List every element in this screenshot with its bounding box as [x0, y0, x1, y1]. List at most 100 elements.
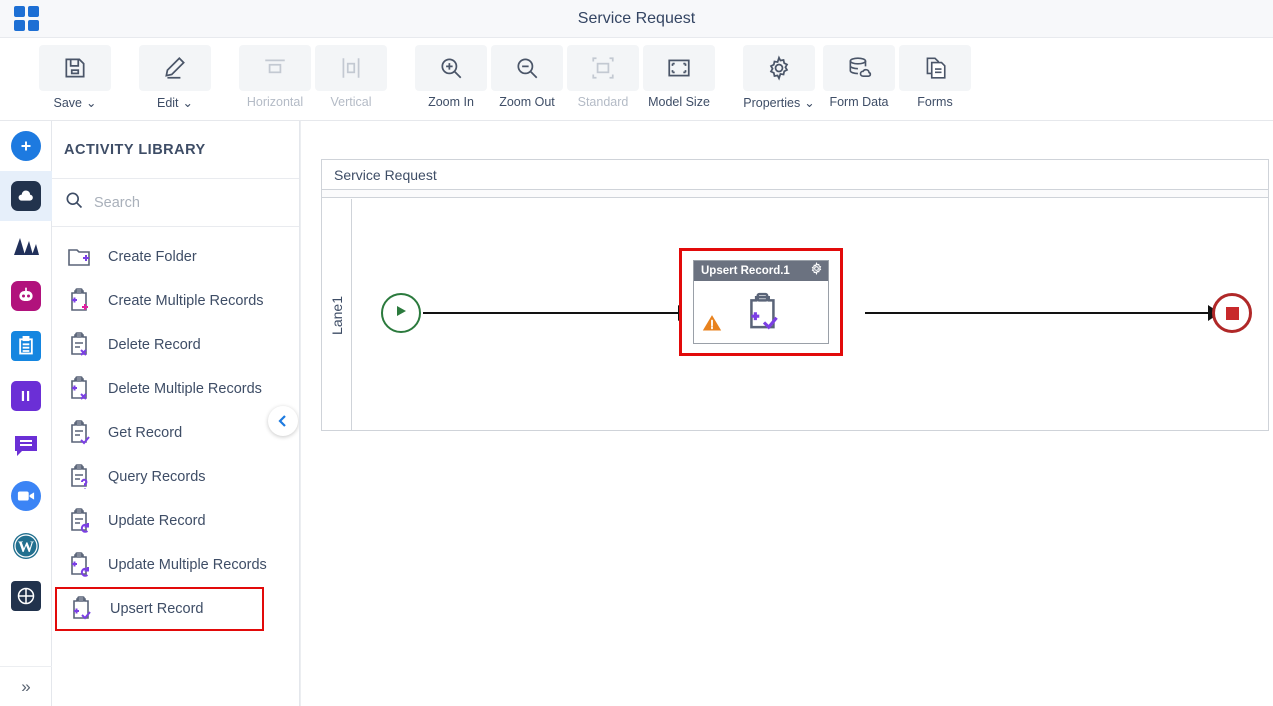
form-data-label: Form Data [829, 95, 889, 109]
sidebar-item-cloud[interactable] [0, 171, 52, 221]
list-item-create-folder[interactable]: Create Folder [52, 235, 299, 279]
task-label: Upsert Record.1 [701, 265, 790, 277]
clipboard-x-icon [66, 331, 94, 359]
lane-body[interactable]: Upsert Record.1 [353, 199, 1268, 431]
sidebar-item-analytics[interactable] [0, 221, 52, 271]
warning-triangle-icon[interactable] [702, 313, 722, 333]
save-label: Save [53, 95, 83, 110]
standard-label: Standard [577, 95, 629, 109]
search-row [52, 179, 299, 227]
sequence-flow-2[interactable] [865, 312, 1210, 314]
list-item-update-multiple-records[interactable]: Update Multiple Records [52, 543, 299, 587]
expand-rail-button[interactable]: » [0, 666, 52, 706]
database-cloud-icon [823, 45, 895, 91]
diagram-canvas[interactable]: Service Request Lane1 Upsert Record.1 [300, 121, 1273, 706]
horizontal-align-icon [239, 45, 311, 91]
end-event[interactable] [1212, 293, 1252, 333]
toolbar: Save ⌄ Edit ⌄ Horizontal Vertical Zoom I… [0, 38, 1273, 121]
sidebar-item-clipboard[interactable] [0, 321, 52, 371]
sidebar-item-bot[interactable] [0, 271, 52, 321]
clipboard-plus-plus-icon [66, 287, 94, 315]
sidebar-item-circle-grid[interactable] [0, 571, 52, 621]
clipboard-plus-x-icon [66, 375, 94, 403]
cloud-n-icon [11, 181, 41, 211]
vertical-align-icon [315, 45, 387, 91]
add-button[interactable] [0, 121, 52, 171]
edit-button[interactable]: Edit ⌄ [139, 45, 211, 115]
circle-grid-icon [11, 581, 41, 611]
list-item-upsert-record[interactable]: Upsert Record [55, 587, 264, 631]
collapse-panel-button[interactable] [268, 406, 298, 436]
task-title-bar: Upsert Record.1 [694, 261, 828, 281]
properties-label: Properties [743, 95, 801, 110]
clipboard-check-icon [66, 419, 94, 447]
chevron-down-icon: ⌄ [804, 96, 815, 110]
start-event[interactable] [381, 293, 421, 333]
list-item-get-record[interactable]: Get Record [52, 411, 299, 455]
pool-spacer [322, 190, 1268, 198]
list-item-label: Create Folder [108, 248, 197, 265]
chat-bubble-icon [11, 431, 41, 461]
task-upsert-record[interactable]: Upsert Record.1 [693, 260, 829, 344]
zoom-in-icon [415, 45, 487, 91]
list-item-label: Query Records [108, 468, 206, 485]
activity-library-panel: ACTIVITY LIBRARY Create Folder [52, 121, 300, 706]
list-item-delete-multiple-records[interactable]: Delete Multiple Records [52, 367, 299, 411]
plus-circle-icon [11, 131, 41, 161]
search-icon [64, 190, 84, 215]
zoom-in-label: Zoom In [428, 95, 474, 109]
lane-header[interactable]: Lane1 [322, 199, 352, 431]
sidebar-item-wordpress[interactable]: W [0, 521, 52, 571]
chevron-down-icon: ⌄ [182, 96, 194, 110]
sidebar-item-video[interactable] [0, 471, 52, 521]
task-selection-highlight[interactable]: Upsert Record.1 [679, 248, 843, 356]
clipboard-plus-check-icon [742, 291, 786, 335]
list-item-update-record[interactable]: Update Record [52, 499, 299, 543]
standard-button: Standard [567, 45, 639, 115]
forms-label: Forms [917, 95, 953, 109]
title-bar: Service Request [0, 0, 1273, 38]
model-size-icon [643, 45, 715, 91]
video-camera-icon [11, 481, 41, 511]
gear-icon[interactable] [810, 261, 823, 280]
save-button[interactable]: Save ⌄ [39, 45, 111, 115]
zoom-in-button[interactable]: Zoom In [415, 45, 487, 115]
sidebar-item-columns[interactable]: II [0, 371, 52, 421]
gear-icon [743, 45, 815, 91]
horizontal-label: Horizontal [246, 95, 304, 109]
clipboard-question-icon [66, 463, 94, 491]
search-input[interactable] [94, 194, 264, 211]
wordpress-icon: W [11, 531, 41, 561]
form-data-button[interactable]: Form Data [823, 45, 895, 115]
clipboard-plus-refresh-icon [66, 551, 94, 579]
pencil-icon [139, 45, 211, 91]
sidebar-item-chat[interactable] [0, 421, 52, 471]
chevron-down-icon: ⌄ [86, 96, 97, 110]
list-item-label: Delete Record [108, 336, 201, 353]
model-size-button[interactable]: Model Size [643, 45, 715, 115]
sequence-flow-1[interactable] [423, 312, 679, 314]
properties-button[interactable]: Properties ⌄ [743, 45, 815, 115]
list-item-label: Update Multiple Records [108, 556, 267, 573]
pool-label: Service Request [322, 160, 1268, 190]
panel-title: ACTIVITY LIBRARY [52, 121, 299, 179]
columns-ii-icon: II [11, 381, 41, 411]
documents-icon [899, 45, 971, 91]
forms-button[interactable]: Forms [899, 45, 971, 115]
robot-icon [11, 281, 41, 311]
zoom-out-icon [491, 45, 563, 91]
list-item-create-multiple-records[interactable]: Create Multiple Records [52, 279, 299, 323]
pool-service-request[interactable]: Service Request Lane1 Upsert Record.1 [321, 159, 1269, 431]
zoom-out-button[interactable]: Zoom Out [491, 45, 563, 115]
mountains-icon [11, 231, 41, 261]
standard-size-icon [567, 45, 639, 91]
zoom-out-label: Zoom Out [499, 95, 555, 109]
stop-square-icon [1225, 306, 1239, 320]
list-item-label: Delete Multiple Records [108, 380, 262, 397]
list-item-delete-record[interactable]: Delete Record [52, 323, 299, 367]
page-title: Service Request [577, 10, 696, 27]
floppy-disk-icon [39, 45, 111, 91]
vertical-label: Vertical [330, 95, 372, 109]
list-item-query-records[interactable]: Query Records [52, 455, 299, 499]
svg-text:W: W [18, 539, 34, 556]
